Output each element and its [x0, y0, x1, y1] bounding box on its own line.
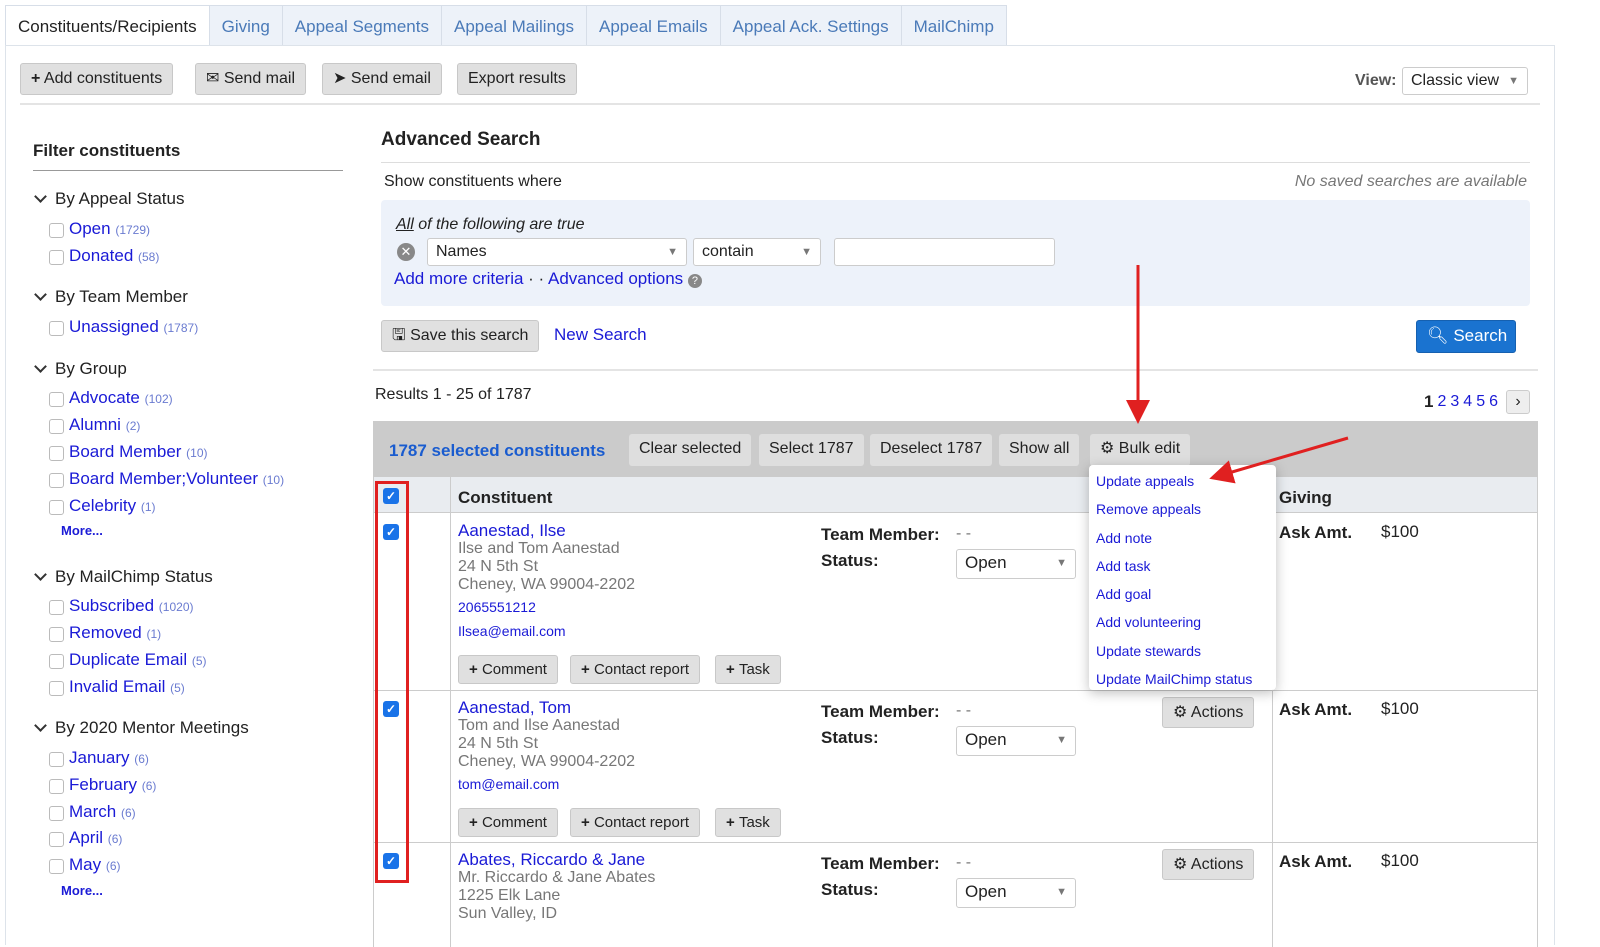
annotation-arrow: [1209, 436, 1349, 484]
annotation-arrows: [1126, 265, 1349, 484]
